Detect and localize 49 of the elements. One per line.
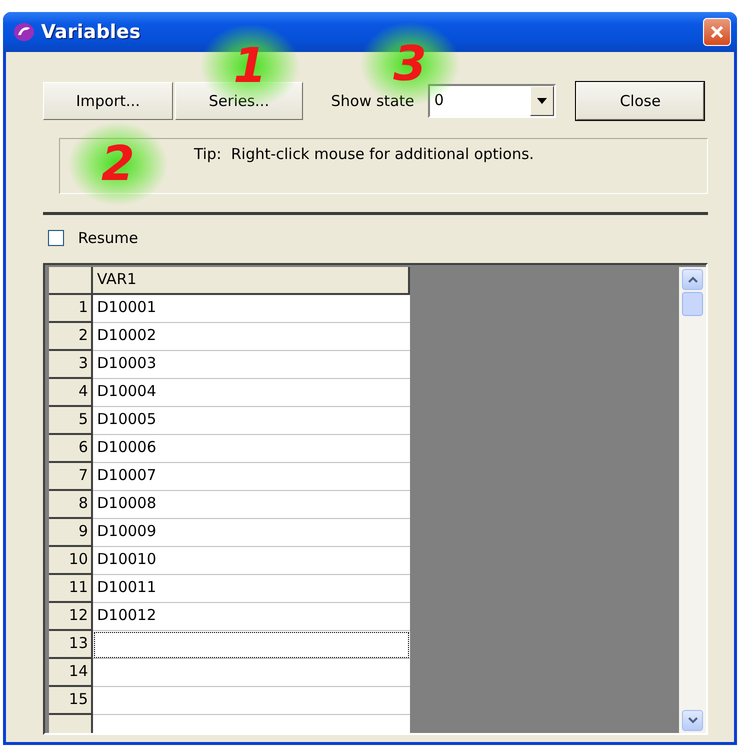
scroll-up-icon[interactable] (682, 269, 703, 290)
table-cell[interactable]: D10009 (93, 519, 410, 547)
table-cell[interactable]: D10008 (93, 491, 410, 519)
table-cell[interactable] (93, 687, 410, 715)
row-number[interactable]: 3 (49, 351, 93, 379)
table-cell[interactable]: D10011 (93, 575, 410, 603)
row-number[interactable]: 1 (49, 295, 93, 323)
table-cell[interactable]: D10012 (93, 603, 410, 631)
row-number[interactable]: 15 (49, 687, 93, 715)
table-cell[interactable]: D10003 (93, 351, 410, 379)
row-number[interactable]: 13 (49, 631, 93, 659)
row-number[interactable]: 2 (49, 323, 93, 351)
close-window-button[interactable] (703, 18, 731, 46)
table-cell[interactable]: D10004 (93, 379, 410, 407)
dropdown-arrow-icon (537, 98, 548, 104)
state-dropdown[interactable]: 0 (428, 84, 556, 118)
table-cell[interactable]: D10007 (93, 463, 410, 491)
show-state-label: Show state (331, 92, 414, 110)
vertical-scrollbar[interactable] (679, 267, 706, 733)
resume-checkbox[interactable] (48, 230, 64, 246)
row-number[interactable]: 14 (49, 659, 93, 687)
column-header[interactable]: VAR1 (93, 267, 410, 295)
toolbar-button[interactable]: Import... (43, 82, 173, 120)
row-number[interactable]: 9 (49, 519, 93, 547)
row-number[interactable]: 5 (49, 407, 93, 435)
window-title: Variables (41, 21, 142, 43)
row-number[interactable]: 6 (49, 435, 93, 463)
row-number[interactable]: 4 (49, 379, 93, 407)
close-icon (710, 25, 724, 39)
table-cell[interactable] (93, 631, 410, 659)
table-cell[interactable]: D10005 (93, 407, 410, 435)
table-cell[interactable]: D10010 (93, 547, 410, 575)
app-logo-icon (13, 21, 35, 43)
table-cell[interactable]: D10001 (93, 295, 410, 323)
toolbar-button[interactable]: Series... (175, 82, 303, 120)
table-cell[interactable]: D10006 (93, 435, 410, 463)
corner-header (49, 267, 93, 295)
row-number[interactable]: 10 (49, 547, 93, 575)
row-number[interactable]: 8 (49, 491, 93, 519)
scroll-down-icon[interactable] (682, 710, 703, 731)
resume-label: Resume (78, 229, 138, 247)
row-number[interactable]: 11 (49, 575, 93, 603)
scroll-thumb[interactable] (682, 292, 703, 316)
row-number[interactable]: 12 (49, 603, 93, 631)
annotation-number: 2 (68, 122, 168, 206)
row-number[interactable]: 7 (49, 463, 93, 491)
close-button[interactable]: Close (576, 82, 704, 120)
table-cell[interactable] (93, 659, 410, 687)
table-cell[interactable]: D10002 (93, 323, 410, 351)
